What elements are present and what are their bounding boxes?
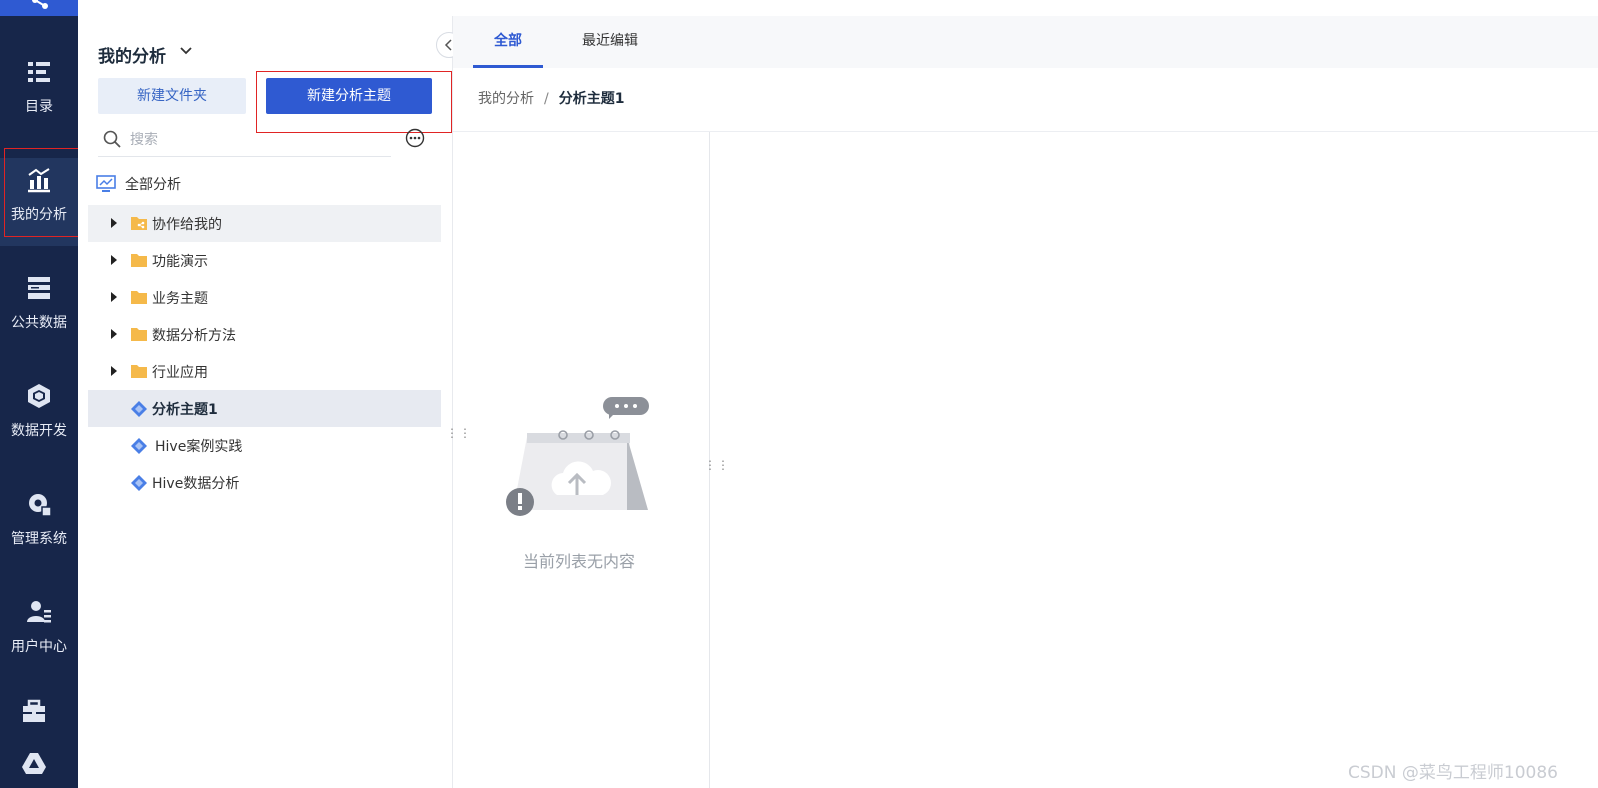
nav-label: 公共数据 bbox=[11, 315, 67, 331]
tree-item-label: 分析主题1 bbox=[152, 402, 218, 418]
caret-right-icon bbox=[111, 366, 117, 376]
analysis-theme-icon bbox=[131, 475, 147, 491]
nav-item-catalog[interactable]: 目录 bbox=[0, 50, 78, 138]
panel-title: 我的分析 bbox=[98, 47, 166, 67]
user-list-icon bbox=[27, 601, 51, 623]
database-icon bbox=[28, 277, 50, 299]
nav-label: 用户中心 bbox=[11, 639, 67, 655]
search-icon bbox=[103, 130, 121, 148]
empty-calendar-icon bbox=[506, 397, 649, 516]
nav-label: 我的分析 bbox=[11, 207, 67, 223]
new-analysis-theme-button[interactable]: 新建分析主题 bbox=[266, 78, 432, 114]
folder-icon bbox=[131, 328, 147, 341]
nav-item-user-center[interactable]: 用户中心 bbox=[0, 590, 78, 678]
breadcrumb-current: 分析主题1 bbox=[558, 91, 625, 107]
tree-item-label: 业务主题 bbox=[152, 291, 208, 307]
nav-item-management[interactable]: 管理系统 bbox=[0, 482, 78, 570]
nav-label: 目录 bbox=[25, 99, 53, 115]
caret-right-icon bbox=[111, 255, 117, 265]
tree-item-label: 行业应用 bbox=[152, 365, 208, 381]
share-logo-icon bbox=[32, 0, 48, 9]
tree-item-shared[interactable]: 协作给我的 bbox=[88, 205, 441, 242]
panel-resize-handle[interactable]: ⋮⋮ bbox=[446, 427, 472, 439]
drive-icon[interactable] bbox=[20, 750, 48, 778]
new-folder-button[interactable]: 新建文件夹 bbox=[98, 78, 246, 114]
tree-item-label: Hive案例实践 bbox=[155, 439, 243, 455]
nav-label: 管理系统 bbox=[11, 531, 67, 547]
left-nav: 目录 我的分析 公共数据 数据开发 管理系统 用户中心 bbox=[0, 0, 80, 788]
breadcrumb-separator: / bbox=[544, 91, 549, 107]
settings-gear-icon bbox=[29, 494, 52, 517]
app-logo[interactable] bbox=[0, 0, 78, 16]
tree-item-theme[interactable]: Hive数据分析 bbox=[88, 464, 441, 501]
tree-item-label: Hive数据分析 bbox=[152, 476, 240, 492]
tree-root-label: 全部分析 bbox=[125, 177, 181, 193]
breadcrumb: 我的分析 / 分析主题1 bbox=[478, 88, 624, 108]
tree-item-label: 功能演示 bbox=[152, 254, 208, 270]
nav-item-public-data[interactable]: 公共数据 bbox=[0, 266, 78, 354]
nav-label: 数据开发 bbox=[11, 423, 67, 439]
tree-item-folder[interactable]: 业务主题 bbox=[88, 279, 441, 316]
more-options-icon[interactable] bbox=[405, 128, 425, 148]
nav-item-my-analysis[interactable]: 我的分析 bbox=[0, 158, 78, 246]
tab-recent-edits[interactable]: 最近编辑 bbox=[567, 16, 653, 68]
catalog-icon bbox=[28, 62, 50, 82]
top-bar bbox=[78, 0, 1598, 17]
search-box bbox=[98, 122, 391, 157]
empty-state-text: 当前列表无内容 bbox=[522, 552, 635, 571]
tree-item-label: 数据分析方法 bbox=[152, 328, 236, 344]
tree-item-folder[interactable]: 数据分析方法 bbox=[88, 316, 441, 353]
tab-all[interactable]: 全部 bbox=[473, 16, 543, 68]
tree-item-folder[interactable]: 功能演示 bbox=[88, 242, 441, 279]
folder-icon bbox=[131, 254, 147, 267]
chevron-down-icon[interactable] bbox=[179, 44, 193, 58]
tree-item-theme[interactable]: Hive案例实践 bbox=[88, 427, 441, 464]
search-input[interactable] bbox=[128, 128, 382, 152]
shared-folder-icon bbox=[131, 217, 147, 230]
folder-icon bbox=[131, 365, 147, 378]
tab-bar: 全部 最近编辑 bbox=[453, 16, 1598, 68]
cube-icon bbox=[28, 384, 50, 408]
tree-item-folder[interactable]: 行业应用 bbox=[88, 353, 441, 390]
analysis-theme-icon bbox=[131, 438, 147, 454]
toolbox-icon[interactable] bbox=[20, 698, 48, 726]
column-resize-handle[interactable]: ⋮⋮ bbox=[704, 459, 730, 471]
tree-item-theme[interactable]: 分析主题1 bbox=[88, 390, 441, 427]
watermark: CSDN @菜鸟工程师10086 bbox=[1348, 763, 1558, 783]
monitor-chart-icon bbox=[96, 175, 116, 192]
caret-right-icon bbox=[111, 329, 117, 339]
breadcrumb-root[interactable]: 我的分析 bbox=[478, 91, 534, 107]
caret-right-icon bbox=[111, 292, 117, 302]
analysis-theme-icon bbox=[131, 401, 147, 417]
nav-item-data-dev[interactable]: 数据开发 bbox=[0, 374, 78, 462]
content-divider bbox=[453, 131, 1598, 132]
folder-icon bbox=[131, 291, 147, 304]
analysis-chart-icon bbox=[28, 168, 50, 193]
caret-right-icon bbox=[111, 218, 117, 228]
tree-item-label: 协作给我的 bbox=[152, 217, 222, 233]
